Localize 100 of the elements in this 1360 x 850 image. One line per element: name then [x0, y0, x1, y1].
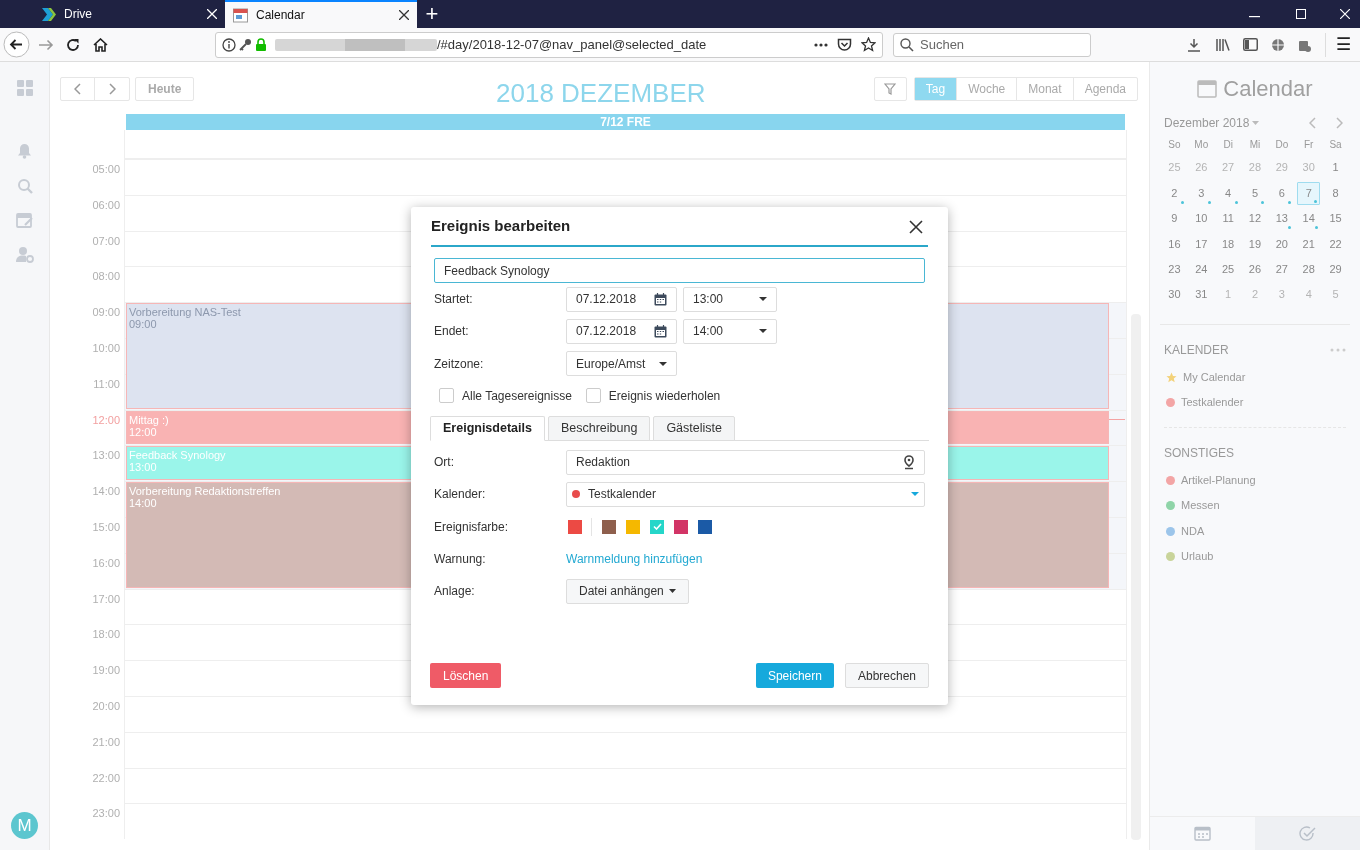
- calendar-name[interactable]: Testkalender: [1181, 394, 1244, 411]
- day-cell[interactable]: 8: [1324, 181, 1348, 205]
- day-cell[interactable]: 30: [1297, 156, 1321, 180]
- avatar[interactable]: M: [11, 812, 38, 839]
- day-cell[interactable]: 29: [1270, 156, 1294, 180]
- search-input[interactable]: Suchen: [920, 34, 1084, 55]
- add-alert-link[interactable]: Warnmeldung hinzufügen: [566, 549, 703, 568]
- timezone-dropdown[interactable]: Europe/Amst: [566, 351, 677, 377]
- address-bar[interactable]: /#day/2018-12-07@nav_panel@selected_date: [215, 31, 883, 58]
- day-cell[interactable]: 28: [1297, 257, 1321, 281]
- map-pin-icon[interactable]: [903, 454, 915, 470]
- color-swatch[interactable]: [568, 519, 582, 534]
- view-tab[interactable]: Woche: [956, 77, 1017, 100]
- day-cell[interactable]: 6: [1270, 181, 1294, 205]
- delete-button[interactable]: Löschen: [430, 663, 502, 688]
- forward-icon[interactable]: [38, 37, 54, 52]
- day-cell[interactable]: 27: [1270, 257, 1294, 281]
- menu-button[interactable]: ☰: [1326, 36, 1360, 53]
- cancel-button[interactable]: Abbrechen: [844, 663, 929, 688]
- calendar-icon[interactable]: [654, 324, 667, 338]
- color-swatch[interactable]: [626, 519, 640, 534]
- calendar-icon[interactable]: [654, 292, 667, 306]
- sidebar-icon[interactable]: [1243, 38, 1258, 51]
- close-icon[interactable]: [909, 219, 923, 234]
- title-field[interactable]: Feedback Synology: [434, 258, 925, 283]
- calendar-name[interactable]: Artikel-Planung: [1181, 471, 1256, 489]
- day-cell[interactable]: 3: [1189, 181, 1213, 205]
- day-cell[interactable]: 13: [1270, 206, 1294, 230]
- star-icon[interactable]: [861, 37, 876, 52]
- date-field[interactable]: 07.12.2018: [566, 318, 677, 344]
- calendar-name[interactable]: My Calendar: [1183, 368, 1246, 386]
- browser-tab[interactable]: Drive: [33, 0, 225, 28]
- date-field[interactable]: 07.12.2018: [566, 286, 677, 312]
- day-cell[interactable]: 25: [1162, 156, 1186, 180]
- day-cell[interactable]: 16: [1162, 232, 1186, 256]
- day-cell[interactable]: 5: [1243, 181, 1267, 205]
- time-dropdown[interactable]: 13:00: [683, 286, 777, 312]
- more-icon[interactable]: [814, 42, 828, 47]
- pocket-icon[interactable]: [837, 37, 852, 52]
- month-label[interactable]: Dezember 2018: [1164, 114, 1250, 132]
- day-cell[interactable]: 10: [1189, 206, 1213, 230]
- day-cell[interactable]: 15: [1324, 206, 1348, 230]
- search-field[interactable]: Suchen: [893, 32, 1091, 57]
- day-cell[interactable]: 23: [1162, 257, 1186, 281]
- time-dropdown[interactable]: 14:00: [683, 318, 777, 344]
- minimize-icon[interactable]: [1249, 16, 1260, 18]
- color-swatch[interactable]: [602, 519, 616, 534]
- day-cell[interactable]: 2: [1162, 181, 1186, 205]
- today-button[interactable]: Heute: [135, 76, 195, 101]
- day-cell[interactable]: 11: [1216, 206, 1240, 230]
- download-icon[interactable]: [1187, 37, 1201, 52]
- calendar-name[interactable]: Messen: [1181, 497, 1220, 514]
- day-cell[interactable]: 25: [1216, 257, 1240, 281]
- checkbox[interactable]: [439, 388, 454, 404]
- globe-icon[interactable]: [1271, 37, 1285, 52]
- calendar-dropdown[interactable]: Testkalender: [566, 481, 925, 507]
- day-cell[interactable]: 20: [1270, 232, 1294, 256]
- day-cell[interactable]: 31: [1189, 283, 1213, 307]
- view-tab[interactable]: Agenda: [1072, 77, 1137, 100]
- close-icon[interactable]: [399, 10, 409, 20]
- day-cell[interactable]: 24: [1189, 257, 1213, 281]
- day-cell[interactable]: 14: [1297, 206, 1321, 230]
- color-swatch[interactable]: [698, 519, 712, 534]
- home-icon[interactable]: [93, 37, 108, 52]
- day-cell[interactable]: 2: [1243, 283, 1267, 307]
- dialog-tab[interactable]: Ereignisdetails: [430, 415, 545, 441]
- day-cell[interactable]: 21: [1297, 232, 1321, 256]
- color-swatch[interactable]: [650, 519, 664, 534]
- calendar-name[interactable]: NDA: [1181, 522, 1205, 540]
- day-cell[interactable]: 19: [1243, 232, 1267, 256]
- location-field[interactable]: Redaktion: [566, 449, 925, 475]
- day-cell[interactable]: 29: [1324, 257, 1348, 281]
- day-cell[interactable]: 9: [1162, 206, 1186, 230]
- day-cell[interactable]: 1: [1216, 283, 1240, 307]
- title-input[interactable]: Feedback Synology: [444, 261, 915, 280]
- checkbox[interactable]: [585, 388, 601, 404]
- day-cell[interactable]: 26: [1189, 156, 1213, 180]
- day-cell[interactable]: 22: [1324, 232, 1348, 256]
- view-tab[interactable]: Monat: [1016, 77, 1073, 100]
- attach-file-button[interactable]: Datei anhängen: [566, 578, 689, 604]
- day-cell[interactable]: 12: [1243, 206, 1267, 230]
- new-tab-button[interactable]: +: [417, 0, 447, 28]
- day-cell[interactable]: 18: [1216, 232, 1240, 256]
- day-cell[interactable]: 26: [1243, 257, 1267, 281]
- day-cell[interactable]: 7: [1297, 181, 1321, 205]
- key-icon[interactable]: [239, 38, 252, 51]
- color-swatch[interactable]: [674, 519, 688, 534]
- maximize-icon[interactable]: [1296, 9, 1306, 19]
- reload-icon[interactable]: [66, 37, 80, 52]
- day-cell[interactable]: 30: [1162, 283, 1186, 307]
- browser-tab[interactable]: Calendar: [225, 0, 417, 28]
- day-cell[interactable]: 4: [1216, 181, 1240, 205]
- day-cell[interactable]: 28: [1243, 156, 1267, 180]
- day-cell[interactable]: 4: [1297, 283, 1321, 307]
- day-cell[interactable]: 27: [1216, 156, 1240, 180]
- library-icon[interactable]: [1215, 37, 1231, 52]
- dialog-tab[interactable]: Gästeliste: [653, 415, 735, 441]
- day-cell[interactable]: 17: [1189, 232, 1213, 256]
- day-cell[interactable]: 5: [1324, 283, 1348, 307]
- day-cell[interactable]: 1: [1324, 156, 1348, 180]
